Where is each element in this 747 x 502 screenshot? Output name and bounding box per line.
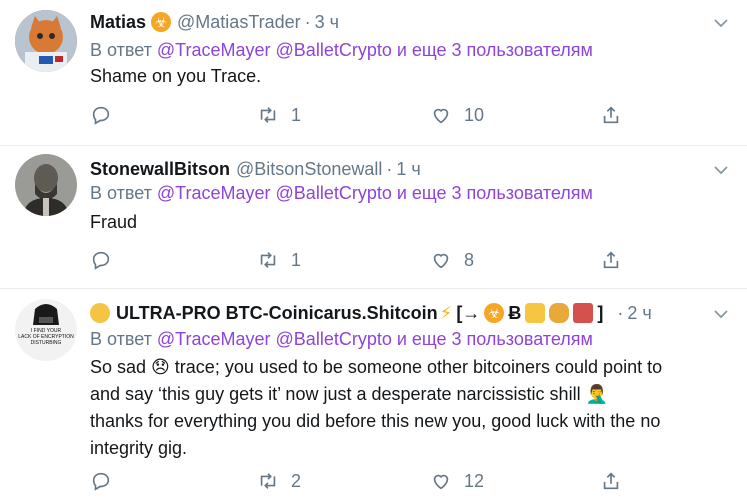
timestamp[interactable]: 1 ч (396, 159, 420, 180)
like-icon (433, 108, 449, 124)
tweet-2[interactable]: StonewallBitson @BitsonStonewall · 1 ч В… (0, 146, 747, 288)
reply-prefix: В ответ (90, 40, 152, 60)
avatar-image (15, 154, 77, 216)
reply-prefix: В ответ (90, 329, 152, 349)
tweet-header: Matias @MatiasTrader · 3 ч (90, 10, 339, 34)
tweet-text-line: So sad 😞 trace; you used to be someone o… (90, 357, 663, 377)
tweet-text-line: thanks for everything you did before thi… (90, 411, 661, 431)
name-suffix: [→ (456, 302, 481, 323)
reply-mentions[interactable]: @TraceMayer @BalletCrypto и еще 3 пользо… (157, 329, 593, 349)
timestamp[interactable]: 2 ч (627, 303, 651, 324)
like-count: 10 (464, 104, 485, 125)
author-handle[interactable]: @MatiasTrader (177, 12, 301, 33)
share-button[interactable] (600, 470, 622, 492)
reply-context: В ответ @TraceMayer @BalletCrypto и еще … (90, 329, 593, 350)
like-count: 8 (464, 249, 475, 270)
tweet-text: Shame on you Trace. (90, 66, 262, 86)
share-icon (603, 472, 619, 490)
retweet-count: 1 (291, 249, 302, 270)
retweet-icon (260, 252, 276, 268)
separator-dot: · (386, 158, 393, 179)
reply-mentions[interactable]: @TraceMayer @BalletCrypto и еще 3 пользо… (157, 183, 593, 203)
reply-icon (92, 472, 110, 491)
chevron-down-icon[interactable] (713, 162, 729, 178)
tweet-text: Fraud (90, 212, 138, 232)
separator-dot: · (617, 302, 624, 323)
share-icon (603, 106, 619, 124)
like-icon (433, 474, 449, 490)
retweet-count: 1 (291, 104, 302, 125)
svg-text:DISTURBING: DISTURBING (31, 340, 62, 346)
chevron-down-icon[interactable] (713, 15, 729, 31)
author-name[interactable]: Matias (90, 12, 146, 33)
reply-prefix: В ответ (90, 183, 152, 203)
timestamp[interactable]: 3 ч (315, 12, 339, 33)
action-bar: 1 8 (90, 249, 650, 273)
retweet-button[interactable]: 1 (257, 104, 301, 126)
avatar[interactable]: I FIND YOUR LACK OF ENCRYPTION DISTURBIN… (15, 299, 77, 361)
shushing-face-emoji (90, 303, 110, 323)
author-name[interactable]: StonewallBitson (90, 159, 230, 180)
tweet-3[interactable]: I FIND YOUR LACK OF ENCRYPTION DISTURBIN… (0, 289, 747, 502)
reply-icon (92, 251, 110, 270)
tweet-text-line: and say ‘this guy gets it’ now just a de… (90, 384, 608, 404)
name-suffix-end: ] (597, 302, 604, 323)
taco-emoji (549, 303, 570, 323)
action-bar: 1 10 (90, 104, 650, 128)
flexed-biceps-emoji (525, 303, 546, 323)
bitcoin-symbol: Ƀ (508, 302, 522, 323)
retweet-button[interactable]: 1 (257, 249, 301, 271)
author-name[interactable]: ULTRA-PRO BTC-Coinicarus.Shitcoin (116, 303, 438, 324)
tweet-header: ULTRA-PRO BTC-Coinicarus.Shitcoin ⚡ [→ Ƀ… (90, 301, 652, 325)
like-button[interactable]: 10 (430, 104, 484, 126)
reply-context: В ответ @TraceMayer @BalletCrypto и еще … (90, 183, 593, 204)
key-emoji (573, 303, 594, 323)
like-count: 12 (464, 470, 485, 491)
separator-dot: · (304, 11, 311, 32)
reply-mentions[interactable]: @TraceMayer @BalletCrypto и еще 3 пользо… (157, 40, 593, 60)
reply-icon (92, 106, 110, 125)
like-button[interactable]: 8 (430, 249, 474, 271)
reply-button[interactable] (90, 470, 112, 492)
tweet-text: So sad 😞 trace; you used to be someone o… (90, 354, 735, 462)
avatar[interactable] (15, 10, 77, 72)
retweet-button[interactable]: 2 (257, 470, 301, 492)
retweet-icon (260, 107, 276, 123)
avatar-image (15, 10, 77, 72)
biohazard-icon (151, 12, 172, 32)
biohazard-icon (484, 303, 505, 323)
reply-button[interactable] (90, 249, 112, 271)
reply-button[interactable] (90, 104, 112, 126)
like-icon (433, 253, 449, 269)
retweet-icon (260, 473, 276, 489)
share-button[interactable] (600, 104, 622, 126)
avatar[interactable] (15, 154, 77, 216)
lightning-emoji: ⚡ (439, 302, 453, 323)
reply-context: В ответ @TraceMayer @BalletCrypto и еще … (90, 40, 593, 61)
avatar-image: I FIND YOUR LACK OF ENCRYPTION DISTURBIN… (15, 299, 77, 361)
share-button[interactable] (600, 249, 622, 271)
chevron-down-icon[interactable] (713, 306, 729, 322)
like-button[interactable]: 12 (430, 470, 484, 492)
tweet-1[interactable]: Matias @MatiasTrader · 3 ч В ответ @Trac… (0, 0, 747, 145)
author-handle[interactable]: @BitsonStonewall (236, 159, 382, 180)
share-icon (603, 251, 619, 269)
tweet-header: StonewallBitson @BitsonStonewall · 1 ч (90, 157, 421, 181)
retweet-count: 2 (291, 470, 302, 491)
tweet-text-line: integrity gig. (90, 438, 188, 458)
action-bar: 2 12 (90, 470, 650, 494)
